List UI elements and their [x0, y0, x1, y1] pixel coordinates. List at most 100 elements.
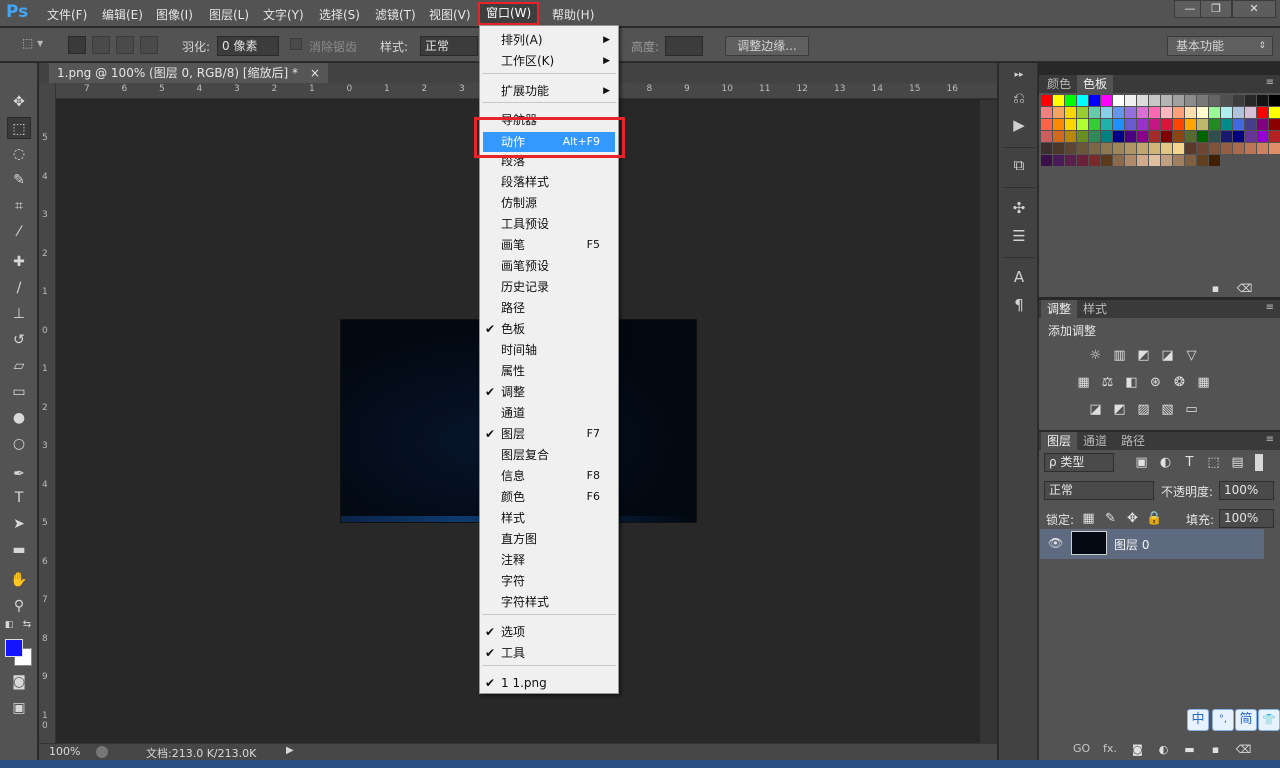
- color-swatch[interactable]: [1257, 95, 1268, 106]
- color-swatch[interactable]: [1101, 107, 1112, 118]
- menu-file[interactable]: 文件(F): [47, 6, 87, 23]
- color-swatch[interactable]: [1077, 107, 1088, 118]
- color-swatch[interactable]: [1173, 95, 1184, 106]
- actions-panel-icon[interactable]: ▶: [1009, 115, 1029, 135]
- ime-skin-icon[interactable]: 👕: [1258, 709, 1280, 731]
- color-swatch[interactable]: [1053, 107, 1064, 118]
- color-swatch[interactable]: [1233, 119, 1244, 130]
- posterize-icon[interactable]: ◩: [1111, 401, 1128, 418]
- intersect-selection-icon[interactable]: [140, 36, 158, 54]
- color-swatch[interactable]: [1137, 143, 1148, 154]
- color-swatch[interactable]: [1173, 119, 1184, 130]
- color-swatch[interactable]: [1137, 107, 1148, 118]
- workspace-select[interactable]: 基本功能 ⇕: [1167, 36, 1273, 56]
- collapse-strip-icon[interactable]: ▸▸: [1009, 65, 1029, 85]
- color-swatch[interactable]: [1125, 131, 1136, 142]
- panel-menu-icon[interactable]: ≡: [1266, 434, 1274, 445]
- feather-input[interactable]: 0 像素: [217, 36, 279, 56]
- lock-transparent-icon[interactable]: ▦: [1080, 510, 1097, 527]
- menu-layer[interactable]: 图层(L): [209, 6, 249, 23]
- color-swatch[interactable]: [1053, 95, 1064, 106]
- color-swatch[interactable]: [1197, 107, 1208, 118]
- style-select[interactable]: 正常: [420, 36, 478, 56]
- vertical-scrollbar[interactable]: [980, 100, 997, 743]
- color-swatch[interactable]: [1041, 131, 1052, 142]
- menu-type[interactable]: 文字(Y): [263, 6, 304, 23]
- color-swatch[interactable]: [1269, 107, 1280, 118]
- color-swatch[interactable]: [1197, 131, 1208, 142]
- color-swatch[interactable]: [1197, 143, 1208, 154]
- color-swatch[interactable]: [1245, 107, 1256, 118]
- move-tool-icon[interactable]: ✥: [7, 91, 31, 113]
- color-swatch[interactable]: [1233, 107, 1244, 118]
- color-swatch[interactable]: [1137, 95, 1148, 106]
- gradient-tool-icon[interactable]: ▭: [7, 381, 31, 403]
- color-swatch[interactable]: [1209, 143, 1220, 154]
- new-selection-icon[interactable]: [68, 36, 86, 54]
- color-swatch[interactable]: [1209, 107, 1220, 118]
- layer-row[interactable]: 👁 图层 0: [1040, 529, 1264, 559]
- menu-filter[interactable]: 滤镜(T): [375, 6, 416, 23]
- window-menu-item[interactable]: 画笔预设: [480, 256, 618, 276]
- color-swatch[interactable]: [1089, 131, 1100, 142]
- foreground-color-swatch[interactable]: [5, 639, 23, 657]
- window-menu-item[interactable]: 属性: [480, 361, 618, 381]
- proof-icon[interactable]: [96, 746, 108, 758]
- color-swatch[interactable]: [1089, 119, 1100, 130]
- document-tab-close-icon[interactable]: ×: [310, 66, 320, 80]
- ime-chinese-icon[interactable]: 中: [1187, 709, 1209, 731]
- color-swatch[interactable]: [1161, 107, 1172, 118]
- color-swatch[interactable]: [1113, 119, 1124, 130]
- layer-style-icon[interactable]: fx.: [1103, 742, 1117, 755]
- vibrance-icon[interactable]: ▽: [1183, 347, 1200, 364]
- color-swatch[interactable]: [1245, 95, 1256, 106]
- lock-position-icon[interactable]: ✥: [1124, 510, 1141, 527]
- opacity-input[interactable]: 100%: [1219, 481, 1274, 500]
- color-swatch[interactable]: [1149, 131, 1160, 142]
- color-swatch[interactable]: [1053, 143, 1064, 154]
- lasso-tool-icon[interactable]: ◌: [7, 143, 31, 165]
- brush-panel-icon[interactable]: ✣: [1009, 198, 1029, 218]
- color-swatch[interactable]: [1113, 155, 1124, 166]
- screen-mode-icon[interactable]: ▣: [7, 697, 31, 719]
- color-swatch[interactable]: [1089, 95, 1100, 106]
- dodge-tool-icon[interactable]: ○: [7, 433, 31, 455]
- new-layer-icon[interactable]: ▪: [1207, 741, 1224, 758]
- window-menu-item[interactable]: 注释: [480, 550, 618, 570]
- color-swatch[interactable]: [1053, 131, 1064, 142]
- menu-edit[interactable]: 编辑(E): [102, 6, 143, 23]
- color-swatch[interactable]: [1209, 131, 1220, 142]
- crop-tool-icon[interactable]: ⌗: [7, 195, 31, 217]
- window-menu-item[interactable]: 扩展功能 ▶: [480, 81, 618, 101]
- window-menu-item[interactable]: 排列(A) ▶: [480, 30, 618, 50]
- layer-visibility-eye-icon[interactable]: 👁: [1048, 536, 1063, 550]
- delete-layer-icon[interactable]: ⌫: [1235, 741, 1252, 758]
- window-menu-item[interactable]: 字符: [480, 571, 618, 591]
- color-swatch[interactable]: [1065, 107, 1076, 118]
- color-swatch[interactable]: [1125, 119, 1136, 130]
- filter-toggle-icon[interactable]: [1255, 454, 1263, 471]
- shape-tool-icon[interactable]: ▬: [7, 539, 31, 561]
- color-swatch[interactable]: [1257, 131, 1268, 142]
- tab-paths[interactable]: 路径: [1115, 432, 1151, 450]
- menu-help[interactable]: 帮助(H): [552, 6, 594, 23]
- antialias-checkbox[interactable]: [290, 38, 302, 50]
- color-swatch[interactable]: [1221, 107, 1232, 118]
- properties-panel-icon[interactable]: ☰: [1009, 226, 1029, 246]
- color-swatch[interactable]: [1185, 131, 1196, 142]
- history-panel-icon[interactable]: ⎌: [1009, 88, 1029, 108]
- color-swatch[interactable]: [1041, 155, 1052, 166]
- color-swatch[interactable]: [1065, 119, 1076, 130]
- eyedropper-tool-icon[interactable]: ⁄: [7, 221, 31, 243]
- new-group-icon[interactable]: ▬: [1181, 741, 1198, 758]
- close-button[interactable]: ✕: [1232, 0, 1276, 18]
- color-swatch[interactable]: [1125, 107, 1136, 118]
- color-swatch[interactable]: [1197, 95, 1208, 106]
- color-swatch[interactable]: [1113, 143, 1124, 154]
- ime-punctuation-icon[interactable]: °,: [1212, 709, 1234, 731]
- color-swatch[interactable]: [1101, 95, 1112, 106]
- eraser-tool-icon[interactable]: ▱: [7, 355, 31, 377]
- brightness-contrast-icon[interactable]: ☼: [1087, 347, 1104, 364]
- color-swatch[interactable]: [1041, 107, 1052, 118]
- color-swatch[interactable]: [1041, 119, 1052, 130]
